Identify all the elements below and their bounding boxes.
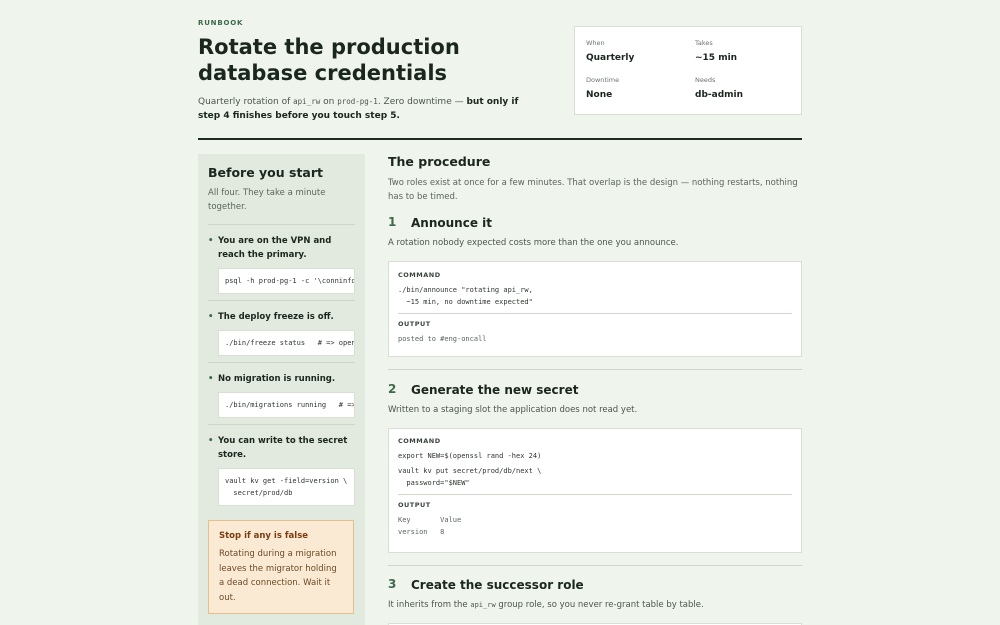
command-caption: COMMAND xyxy=(398,437,441,445)
page-lede: Quarterly rotation of api_rw on prod-pg-… xyxy=(198,95,528,123)
prereq-label: You are on the VPN and reach the primary… xyxy=(208,234,355,262)
prereq-label: The deploy freeze is off. xyxy=(208,310,355,324)
step-number: 1 xyxy=(388,215,397,229)
fact-label: Takes xyxy=(695,39,713,47)
prereq-code[interactable]: psql -h prod-pg-1 -c '\conninfo' xyxy=(218,268,355,294)
step-divider xyxy=(388,565,802,566)
prereq-code[interactable]: ./bin/freeze status # => open xyxy=(218,330,355,356)
fact-value: None xyxy=(586,90,613,100)
page-title: Rotate the production database credentia… xyxy=(198,35,460,85)
step-description-text: group role, so you never re-grant table … xyxy=(495,600,704,610)
step-description: A rotation nobody expected costs more th… xyxy=(388,238,679,248)
command-code[interactable]: vault kv put secret/prod/db/next \ passw… xyxy=(398,465,792,489)
runbook-header: RUNBOOK Rotate the production database c… xyxy=(198,0,802,140)
prereq-item-secret-store: You can write to the secret store. vault… xyxy=(208,424,355,506)
lede-code-role: api_rw xyxy=(293,97,321,106)
step-title: Generate the new secret xyxy=(411,383,579,397)
procedure-section: The procedure Two roles exist at once fo… xyxy=(388,154,802,625)
stop-callout-title: Stop if any is false xyxy=(219,531,309,541)
header-divider xyxy=(198,138,802,140)
procedure-title: The procedure xyxy=(388,154,491,169)
output-code[interactable]: posted to #eng-oncall xyxy=(398,333,792,345)
step-divider xyxy=(388,369,802,370)
fact-label: When xyxy=(586,39,605,47)
sidebar-title: Before you start xyxy=(208,165,324,180)
fact-downtime: Downtime None xyxy=(586,76,619,100)
output-code[interactable]: Key Value version 8 xyxy=(398,514,792,538)
fact-value: db-admin xyxy=(695,90,744,100)
stop-callout: Stop if any is false Rotating during a m… xyxy=(208,520,354,614)
lede-text: on xyxy=(320,97,338,107)
fact-when: When Quarterly xyxy=(586,39,634,63)
step-2-code-box: COMMAND export NEW=$(openssl rand -hex 2… xyxy=(388,428,802,553)
prereq-label: You can write to the secret store. xyxy=(208,434,355,462)
lede-code-host: prod-pg-1 xyxy=(337,97,378,106)
prereq-item-vpn: You are on the VPN and reach the primary… xyxy=(208,224,355,294)
fact-needs: Needs db-admin xyxy=(695,76,743,100)
fact-takes: Takes ~15 min xyxy=(695,39,737,63)
eyebrow: RUNBOOK xyxy=(198,19,244,27)
step-description-text: It inherits from the xyxy=(388,600,471,610)
box-divider xyxy=(398,313,792,314)
prereq-label: No migration is running. xyxy=(208,372,355,386)
step-description: Written to a staging slot the applicatio… xyxy=(388,405,638,415)
output-caption: OUTPUT xyxy=(398,501,431,509)
lede-text: Quarterly rotation of xyxy=(198,97,294,107)
fact-value: ~15 min xyxy=(695,53,738,63)
command-caption: COMMAND xyxy=(398,271,441,279)
step-number: 3 xyxy=(388,577,397,591)
fact-label: Needs xyxy=(695,76,716,84)
prereq-code[interactable]: ./bin/migrations running # => none xyxy=(218,392,355,418)
fact-value: Quarterly xyxy=(586,53,635,63)
fact-label: Downtime xyxy=(586,76,620,84)
facts-card: When Quarterly Takes ~15 min Downtime No… xyxy=(574,26,802,115)
procedure-intro: Two roles exist at once for a few minute… xyxy=(388,178,798,202)
step-title: Create the successor role xyxy=(411,578,584,592)
step-description-code: api_rw xyxy=(470,601,496,609)
command-code[interactable]: ./bin/announce "rotating api_rw, ~15 min… xyxy=(398,284,792,308)
prereq-code[interactable]: vault kv get -field=version \ secret/pro… xyxy=(218,468,355,506)
stop-callout-body: Rotating during a migration leaves the m… xyxy=(219,549,337,603)
step-title: Announce it xyxy=(411,216,492,230)
step-description: It inherits from the api_rw group role, … xyxy=(388,600,802,610)
step-number: 2 xyxy=(388,382,397,396)
sidebar-subtitle: All four. They take a minute together. xyxy=(208,188,326,212)
lede-text: . Zero downtime — xyxy=(377,97,467,107)
output-caption: OUTPUT xyxy=(398,320,431,328)
prereq-item-migration: No migration is running. ./bin/migration… xyxy=(208,362,355,418)
prerequisites-sidebar: Before you start All four. They take a m… xyxy=(198,154,365,625)
box-divider xyxy=(398,494,792,495)
prereq-item-freeze: The deploy freeze is off. ./bin/freeze s… xyxy=(208,300,355,356)
command-code[interactable]: export NEW=$(openssl rand -hex 24) xyxy=(398,450,792,462)
step-1-code-box: COMMAND ./bin/announce "rotating api_rw,… xyxy=(388,261,802,357)
